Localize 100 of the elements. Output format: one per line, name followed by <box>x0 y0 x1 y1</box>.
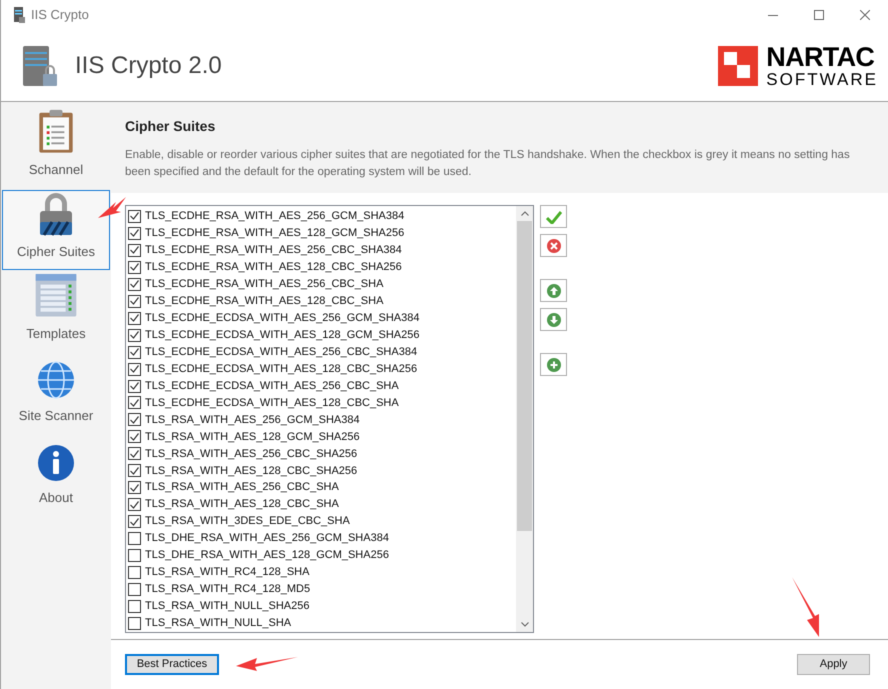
sidebar-item[interactable]: Site Scanner <box>2 354 110 434</box>
cipher-suite-name: TLS_RSA_WITH_AES_256_GCM_SHA384 <box>145 412 360 428</box>
cipher-suite-item[interactable]: TLS_DHE_RSA_WITH_AES_128_GCM_SHA256 <box>128 547 516 564</box>
checkmark-icon <box>546 210 562 224</box>
list-window-icon <box>34 273 78 318</box>
cipher-suite-item[interactable]: TLS_RSA_WITH_AES_128_GCM_SHA256 <box>128 428 516 446</box>
cipher-suite-item[interactable]: TLS_RSA_WITH_AES_256_GCM_SHA384 <box>128 411 516 428</box>
cipher-suite-item[interactable]: TLS_RSA_WITH_AES_256_CBC_SHA256 <box>128 445 516 462</box>
list-tool-button[interactable] <box>540 205 567 228</box>
globe-icon <box>36 360 76 400</box>
close-icon <box>860 10 870 20</box>
close-icon <box>546 238 560 252</box>
checkbox[interactable] <box>128 549 141 562</box>
cipher-suite-name: TLS_RSA_WITH_AES_128_CBC_SHA <box>145 497 339 512</box>
cipher-suite-item[interactable]: TLS_ECDHE_ECDSA_WITH_AES_128_CBC_SHA <box>128 394 516 412</box>
checkbox[interactable] <box>128 532 141 546</box>
cipher-suite-item[interactable]: TLS_RSA_WITH_AES_256_CBC_SHA <box>128 479 516 496</box>
maximize-icon <box>814 10 824 20</box>
app-title: IIS Crypto 2.0 <box>75 50 222 80</box>
cipher-suite-item[interactable]: TLS_ECDHE_ECDSA_WITH_AES_256_GCM_SHA384 <box>128 310 516 327</box>
list-tool-button[interactable] <box>540 353 567 376</box>
scroll-down-icon[interactable] <box>520 622 528 627</box>
checkbox[interactable] <box>128 380 141 392</box>
window-title: IIS Crypto <box>31 6 89 24</box>
cipher-suite-name: TLS_RSA_WITH_NULL_SHA256 <box>145 599 310 614</box>
scrollbar[interactable] <box>516 206 533 632</box>
down-arrow-icon <box>546 312 560 326</box>
cipher-suite-name: TLS_ECDHE_ECDSA_WITH_AES_256_CBC_SHA <box>145 378 399 394</box>
checkbox[interactable] <box>128 413 141 426</box>
cipher-suite-item[interactable]: TLS_ECDHE_ECDSA_WITH_AES_256_CBC_SHA384 <box>128 344 516 361</box>
checkbox[interactable] <box>128 600 141 613</box>
checkbox[interactable] <box>128 278 141 291</box>
logo-icon <box>718 46 758 86</box>
cipher-suite-item[interactable]: TLS_ECDHE_RSA_WITH_AES_128_CBC_SHA256 <box>128 258 516 276</box>
list-tool-button[interactable] <box>540 308 567 331</box>
checkbox[interactable] <box>128 346 141 359</box>
cipher-suite-item[interactable]: TLS_RSA_WITH_RC4_128_SHA <box>128 564 516 581</box>
checkbox[interactable] <box>128 430 141 444</box>
checkbox[interactable] <box>128 515 141 528</box>
checkbox[interactable] <box>128 396 141 410</box>
cipher-suite-item[interactable]: TLS_ECDHE_ECDSA_WITH_AES_256_CBC_SHA <box>128 378 516 394</box>
checkbox[interactable] <box>128 260 141 274</box>
info-icon <box>37 444 75 482</box>
cipher-suite-item[interactable]: TLS_ECDHE_RSA_WITH_AES_128_GCM_SHA256 <box>128 224 516 242</box>
sidebar-item[interactable]: About <box>2 436 110 516</box>
sidebar-item[interactable]: Templates <box>2 272 110 352</box>
cipher-suite-item[interactable]: TLS_DHE_RSA_WITH_AES_256_GCM_SHA384 <box>128 530 516 548</box>
cipher-suite-item[interactable]: TLS_RSA_WITH_AES_128_CBC_SHA <box>128 496 516 514</box>
checkbox[interactable] <box>128 498 141 512</box>
cipher-suite-item[interactable]: TLS_ECDHE_RSA_WITH_AES_128_CBC_SHA <box>128 292 516 310</box>
cipher-suite-item[interactable]: TLS_RSA_WITH_RC4_128_MD5 <box>128 580 516 598</box>
cipher-suite-item[interactable]: TLS_RSA_WITH_NULL_SHA <box>128 614 516 632</box>
checkbox[interactable] <box>128 362 141 376</box>
cipher-suite-item[interactable]: TLS_ECDHE_ECDSA_WITH_AES_128_CBC_SHA256 <box>128 360 516 378</box>
logo-subtitle: SOFTWARE <box>766 70 878 88</box>
cipher-suite-item[interactable]: TLS_ECDHE_RSA_WITH_AES_256_GCM_SHA384 <box>128 208 516 225</box>
checkbox[interactable] <box>128 294 141 308</box>
sidebar-item[interactable]: Cipher Suites <box>2 190 110 270</box>
cipher-suite-item[interactable]: TLS_RSA_WITH_3DES_EDE_CBC_SHA <box>128 513 516 530</box>
checkbox[interactable] <box>128 616 141 630</box>
apply-button[interactable]: Apply <box>797 654 870 675</box>
checkbox[interactable] <box>128 244 141 257</box>
scroll-up-icon[interactable] <box>520 211 528 216</box>
logo-title: NARTAC <box>766 44 876 70</box>
annotation-arrow <box>791 576 821 638</box>
best-practices-button[interactable]: Best Practices <box>125 654 219 675</box>
cipher-suite-item[interactable]: TLS_ECDHE_ECDSA_WITH_AES_128_GCM_SHA256 <box>128 326 516 344</box>
cipher-suite-name: TLS_RSA_WITH_AES_128_GCM_SHA256 <box>145 430 360 445</box>
checkbox[interactable] <box>128 210 141 223</box>
cipher-suite-item[interactable]: TLS_ECDHE_RSA_WITH_AES_256_CBC_SHA <box>128 276 516 293</box>
annotation-arrow <box>235 654 299 672</box>
cipher-suite-item[interactable]: TLS_ECDHE_RSA_WITH_AES_256_CBC_SHA384 <box>128 242 516 259</box>
up-arrow-icon <box>546 284 560 298</box>
server-icon <box>13 7 25 23</box>
cipher-suite-name: TLS_ECDHE_ECDSA_WITH_AES_128_CBC_SHA256 <box>145 362 418 377</box>
checkbox[interactable] <box>128 226 141 240</box>
cipher-suite-name: TLS_RSA_WITH_AES_128_CBC_SHA256 <box>145 464 358 479</box>
checkbox[interactable] <box>128 481 141 494</box>
scrollbar-thumb[interactable] <box>517 221 532 531</box>
plus-icon <box>546 358 560 372</box>
cipher-suite-name: TLS_ECDHE_ECDSA_WITH_AES_256_GCM_SHA384 <box>145 310 420 326</box>
checkbox[interactable] <box>128 464 141 478</box>
cipher-suite-name: TLS_DHE_RSA_WITH_AES_256_GCM_SHA384 <box>145 531 389 546</box>
checkbox[interactable] <box>128 312 141 325</box>
list-tool-button[interactable] <box>540 279 567 302</box>
checkbox[interactable] <box>128 566 141 579</box>
list-tool-button[interactable] <box>540 234 567 257</box>
cipher-suite-name: TLS_RSA_WITH_RC4_128_SHA <box>145 565 310 580</box>
cipher-suite-name: TLS_RSA_WITH_3DES_EDE_CBC_SHA <box>145 514 350 530</box>
cipher-suite-name: TLS_RSA_WITH_RC4_128_MD5 <box>145 582 310 598</box>
cipher-suite-name: TLS_RSA_WITH_AES_256_CBC_SHA <box>145 480 339 496</box>
cipher-suite-item[interactable]: TLS_RSA_WITH_NULL_SHA256 <box>128 598 516 615</box>
cipher-suite-item[interactable]: TLS_RSA_WITH_AES_128_CBC_SHA256 <box>128 462 516 480</box>
cipher-suite-name: TLS_ECDHE_RSA_WITH_AES_128_CBC_SHA <box>145 294 384 309</box>
minimize-icon <box>768 14 778 16</box>
checkbox[interactable] <box>128 447 141 460</box>
checkbox[interactable] <box>128 328 141 342</box>
section-title: Cipher Suites <box>125 117 216 136</box>
sidebar-item[interactable]: Schannel <box>2 108 110 188</box>
checkbox[interactable] <box>128 582 141 596</box>
